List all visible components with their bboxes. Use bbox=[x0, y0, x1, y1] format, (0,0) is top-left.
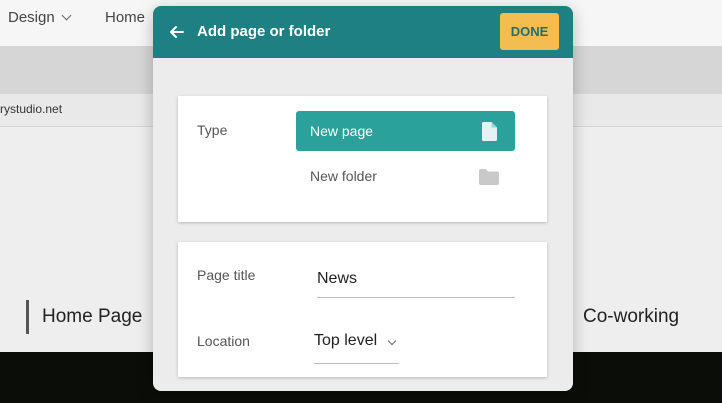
option-new-page-label: New page bbox=[310, 123, 374, 139]
type-label: Type bbox=[197, 122, 228, 138]
option-new-folder-label: New folder bbox=[310, 168, 377, 184]
dialog-title: Add page or folder bbox=[197, 23, 331, 40]
menu-design-label: Design bbox=[8, 9, 55, 26]
location-select[interactable]: Top level bbox=[314, 322, 399, 364]
option-new-folder[interactable]: New folder bbox=[296, 156, 515, 196]
page-icon bbox=[482, 122, 497, 141]
option-new-page[interactable]: New page bbox=[296, 111, 515, 151]
location-value: Top level bbox=[314, 332, 378, 349]
done-button[interactable]: DONE bbox=[500, 13, 559, 50]
location-label: Location bbox=[197, 333, 250, 349]
dialog-header: Add page or folder DONE bbox=[153, 6, 573, 58]
menu-home-label: Home bbox=[105, 9, 146, 26]
nav-coworking[interactable]: Co-working bbox=[583, 300, 679, 334]
menu-home[interactable]: Home bbox=[105, 9, 145, 26]
page-title-label: Page title bbox=[197, 267, 256, 283]
type-card: Type New page New folder bbox=[178, 96, 547, 222]
page-title-input[interactable] bbox=[317, 260, 515, 298]
details-card: Page title Location Top level bbox=[178, 242, 547, 377]
chevron-down-icon bbox=[387, 336, 397, 346]
chevron-down-icon bbox=[61, 10, 72, 21]
site-url: rystudio.net bbox=[0, 102, 63, 116]
add-page-dialog: Add page or folder DONE Type New page Ne… bbox=[153, 6, 573, 391]
folder-icon bbox=[479, 169, 499, 185]
nav-home-page[interactable]: Home Page bbox=[26, 300, 142, 334]
menu-design[interactable]: Design bbox=[8, 9, 72, 26]
back-arrow-icon[interactable] bbox=[167, 22, 187, 42]
